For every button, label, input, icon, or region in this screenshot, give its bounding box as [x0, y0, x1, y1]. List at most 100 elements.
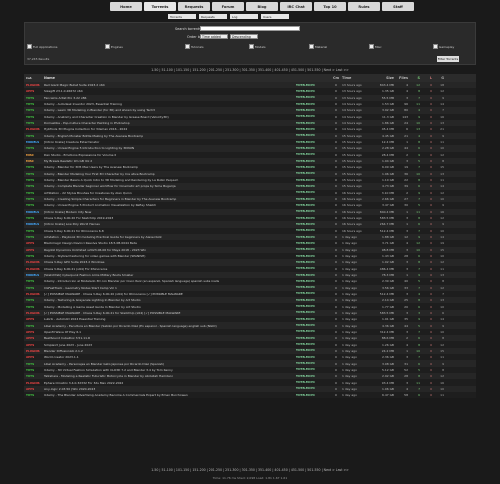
nav-requests[interactable]: Requests: [178, 2, 210, 11]
torrent-name-link[interactable]: Udemy - English Monster Bottle Making by…: [44, 134, 296, 138]
category-badge[interactable]: MODELS: [24, 273, 44, 277]
category-badge[interactable]: TUTS: [24, 203, 44, 207]
torrent-name-link[interactable]: Udemy - Anatomy and Character Creation i…: [44, 115, 296, 119]
category-badge[interactable]: TUTS: [24, 305, 44, 309]
torrent-name-link[interactable]: Udemy - Learn 3D Modeling in Blender (fo…: [44, 108, 296, 112]
torrent-name-link[interactable]: [Citron Krake] Modern City Now: [44, 210, 296, 214]
category-badge[interactable]: APPS: [24, 355, 44, 359]
torrent-name-link[interactable]: Blackmagic Design Davinci Resolve Studio…: [44, 241, 296, 245]
category-badge[interactable]: TUTS: [24, 102, 44, 106]
category-badge[interactable]: TUTS: [24, 368, 44, 372]
torrent-name-link[interactable]: Ephere Ornatrix 3.4.0.32332 For 3ds Max …: [44, 381, 296, 385]
torrent-name-link[interactable]: Fancalcis Artist Pro 3.22 x86: [44, 96, 296, 100]
order-by-select[interactable]: Time added: [200, 34, 228, 39]
torrent-name-link[interactable]: Chaos V-Ray 6.00.20 For SketchUp 2019-20…: [44, 216, 296, 220]
torrent-name-link[interactable]: Talkshare - Modeling a Realistic Futuris…: [44, 374, 296, 378]
nav-torrents[interactable]: Torrents: [144, 2, 176, 11]
category-badge[interactable]: TUTS: [24, 286, 44, 290]
direction-select[interactable]: Descending: [230, 34, 258, 39]
category-badge[interactable]: TUTS: [24, 146, 44, 150]
category-badge[interactable]: APPS: [24, 343, 44, 347]
torrent-name-link[interactable]: Ragdoll Dynamics Unlimited v2023.06.06 f…: [44, 248, 296, 252]
filter-material[interactable]: Material: [309, 44, 327, 49]
torrent-name-link[interactable]: [Sketchfab] Cyberpunk Fashion Arms Milit…: [44, 273, 296, 277]
torrent-name-link[interactable]: Udemy - Blender Basics A Quick Intro to …: [44, 178, 296, 182]
torrent-name-link[interactable]: Udemy - Unreal Engine 5 Product Animatio…: [44, 203, 296, 207]
header-name[interactable]: Name: [44, 76, 296, 80]
filter-engines[interactable]: Engines: [105, 44, 123, 49]
category-badge[interactable]: TUTS: [24, 374, 44, 378]
filter-tutorials[interactable]: Tutorials: [185, 44, 204, 49]
torrent-name-link[interactable]: Simplex3 June 2023 - June 2023: [44, 343, 296, 347]
checkbox-box[interactable]: [369, 44, 374, 49]
torrent-name-link[interactable]: Udemy - Complete Blender beginner workfl…: [44, 184, 296, 188]
header-cm[interactable]: Cm: [330, 76, 342, 80]
nav-staff[interactable]: Staff: [382, 2, 414, 11]
pagination-top[interactable]: 1-50 | 51-100 | 101-150 | 151-200 | 201-…: [0, 68, 500, 72]
torrent-name-link[interactable]: Chaos V-Ray 6.00.21 (v64) For Rhinoceros: [44, 267, 296, 271]
header-files[interactable]: Files: [394, 76, 408, 80]
category-badge[interactable]: TUTS: [24, 115, 44, 119]
nav-forum[interactable]: Forum: [212, 2, 244, 11]
category-badge[interactable]: APPS: [24, 336, 44, 340]
category-badge[interactable]: TUTS: [24, 165, 44, 169]
pagination-bottom[interactable]: 1-50 | 51-100 | 101-150 | 151-200 | 201-…: [0, 468, 500, 472]
category-badge[interactable]: TUTS: [24, 362, 44, 366]
category-badge[interactable]: TUTS: [24, 178, 44, 182]
category-badge[interactable]: PLUGINS: [24, 292, 44, 296]
header-seeders[interactable]: S: [408, 76, 420, 80]
category-badge[interactable]: APPS: [24, 387, 44, 391]
torrent-name-link[interactable]: BestSound CubeDox 3.51.11.R: [44, 336, 296, 340]
subnav-log[interactable]: Log: [230, 14, 258, 19]
filter-misc[interactable]: Misc: [369, 44, 382, 49]
category-badge[interactable]: TUTS: [24, 298, 44, 302]
category-badge[interactable]: APPS: [24, 241, 44, 245]
category-badge[interactable]: PLUGINS: [24, 127, 44, 131]
category-badge[interactable]: PLUGINS: [24, 381, 44, 385]
checkbox-box[interactable]: [433, 44, 438, 49]
torrent-name-link[interactable]: Libel Academy - Escultura en Blender (Sa…: [44, 324, 296, 328]
category-badge[interactable]: TUTS: [24, 172, 44, 176]
header-leechers[interactable]: L: [420, 76, 432, 80]
torrent-name-link[interactable]: Udemy - 3D Virtual Fashion Simulation wi…: [44, 368, 296, 372]
category-badge[interactable]: APPS: [24, 317, 44, 321]
category-badge[interactable]: TUTS: [24, 254, 44, 258]
category-badge[interactable]: TUTS: [24, 393, 44, 397]
torrent-name-link[interactable]: CGFastTrack - Geometry Nodes Start Camp …: [44, 286, 296, 290]
torrent-name-link[interactable]: Any-logic 2.03.50 (Win 2020-2023: [44, 387, 296, 391]
category-badge[interactable]: TUTS: [24, 96, 44, 100]
filter-models[interactable]: Models: [249, 44, 266, 49]
torrent-name-link[interactable]: [Citron Krake] Creature Exterminator: [44, 140, 296, 144]
header-grabs[interactable]: G: [432, 76, 444, 80]
header-time[interactable]: Time: [342, 76, 372, 80]
torrent-name-link[interactable]: Domestika - Pop-Culture Character Painti…: [44, 121, 296, 125]
search-input[interactable]: [200, 26, 300, 31]
checkbox-box[interactable]: [309, 44, 314, 49]
torrent-name-link[interactable]: Libel Academy - Personajes en Blender Ga…: [44, 362, 296, 366]
torrent-name-link[interactable]: Lubrik - AutoCAD 2024 Essential Training: [44, 317, 296, 321]
checkbox-box[interactable]: [249, 44, 254, 49]
category-badge[interactable]: TUTS: [24, 121, 44, 125]
torrent-name-link[interactable]: My Brawls Realistic 9m GB Vol 2: [44, 159, 296, 163]
nav-home[interactable]: Home: [110, 2, 142, 11]
torrent-name-link[interactable]: OpenM Wave Of Play 6.1: [44, 330, 296, 334]
header-size[interactable]: Size: [372, 76, 394, 80]
category-badge[interactable]: MODELS: [24, 222, 44, 226]
torrent-name-link[interactable]: Blender DiffusionLib 2.1.2: [44, 349, 296, 353]
torrent-name-link[interactable]: Red Giant Magic Bullet Suite 2023.2 x64: [44, 83, 296, 87]
torrent-name-link[interactable]: Dan Studio - Emotions Expressions for Vo…: [44, 153, 296, 157]
category-badge[interactable]: PLUGINS: [24, 311, 44, 315]
category-badge[interactable]: TUTS: [24, 279, 44, 283]
torrent-name-link[interactable]: Chaos V-Ray GPU Suite 2023.2 Windows: [44, 260, 296, 264]
category-badge[interactable]: PLUGINS: [24, 267, 44, 271]
torrent-name-link[interactable]: [✓] POSSIBLE MALWARE · Chaos V-Ray 6.00.…: [44, 311, 296, 315]
category-badge[interactable]: MODELS: [24, 210, 44, 214]
category-badge[interactable]: PLUGINS: [24, 349, 44, 353]
category-badge[interactable]: APPS: [24, 330, 44, 334]
torrent-name-link[interactable]: Udemy - Blender Modeling Your First 3D C…: [44, 172, 296, 176]
category-badge[interactable]: TUTS: [24, 108, 44, 112]
checkbox-box[interactable]: [185, 44, 190, 49]
checkbox-box[interactable]: [105, 44, 110, 49]
torrent-name-link[interactable]: World creator 2023.1.1: [44, 355, 296, 359]
filter-torrents-button[interactable]: Filter Torrents: [437, 56, 459, 62]
